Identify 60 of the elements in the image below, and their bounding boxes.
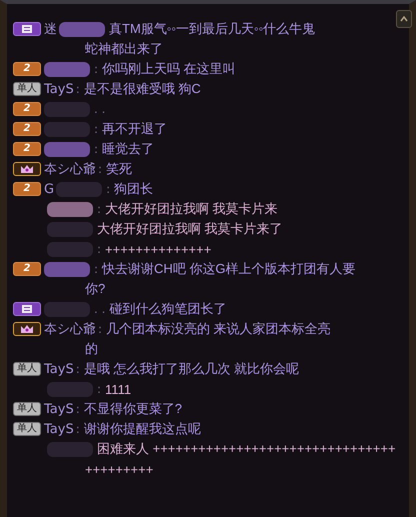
chat-message: 狗团长 <box>114 180 154 198</box>
crown-icon <box>20 324 34 334</box>
chat-message: 你吗刚上天吗 在这里叫 <box>102 60 236 78</box>
separator: : <box>97 382 102 396</box>
chat-message: 的 <box>85 340 98 358</box>
solo-badge: 单人 <box>13 402 41 416</box>
chat-message: 是哦 怎么我打了那么几次 就比你会呢 <box>84 360 299 378</box>
solo-badge: 单人 <box>13 82 41 96</box>
chat-message: 再不开退了 <box>102 120 168 138</box>
chat-message: 大佬开好团拉我啊 我莫卡片来了 <box>97 220 283 238</box>
chat-message: 睡觉去了 <box>102 140 154 158</box>
separator: : <box>76 422 80 436</box>
level-badge: 2 <box>13 122 41 136</box>
separator: . . <box>94 302 106 316</box>
separator: : <box>94 122 98 136</box>
chat-message: 真TM服气◦◦一到最后几天◦◦什么牛鬼 <box>109 20 316 38</box>
chat-message: 不显得你更菜了? <box>84 400 182 418</box>
chat-message: +++++++++ <box>85 462 154 476</box>
chat-message: 大佬开好团拉我啊 我莫卡片来 <box>105 200 278 218</box>
solo-badge: 单人 <box>13 422 41 436</box>
level-badge: 2 <box>13 62 41 76</box>
level-badge: 2 <box>13 102 41 116</box>
player-name: 迷 <box>44 21 57 38</box>
chat-message: 1111 <box>105 382 132 396</box>
chat-message: 蛇神都出来了 <box>85 40 163 58</box>
player-name: TayS <box>44 362 74 376</box>
solo-badge: 单人 <box>13 362 41 376</box>
player-name: TayS <box>44 422 74 436</box>
chevron-up-icon <box>400 16 408 22</box>
separator: : <box>97 202 102 216</box>
player-name: 夲シ心爺 <box>44 321 96 338</box>
level-badge: 2 <box>13 262 41 276</box>
separator: : <box>97 242 102 256</box>
level-badge: 2 <box>13 182 41 196</box>
chat-message: 快去谢谢CH吧 你这G样上个版本打团有人要 <box>102 260 356 278</box>
separator: : <box>98 322 102 336</box>
level-badge: 2 <box>13 142 41 156</box>
chat-message: 你? <box>85 280 106 298</box>
scroll-up-button[interactable] <box>396 10 412 28</box>
chat-message: 困难来人 ++++++++++++++++++++++++++++++++ <box>97 440 396 458</box>
player-name: G <box>44 182 54 196</box>
separator: : <box>94 142 98 156</box>
separator: : <box>94 62 98 76</box>
chat-message: 是不是很难受哦 狗C <box>84 80 201 98</box>
chat-message: 几个团本标没亮的 来说人家团本标全亮 <box>106 320 331 338</box>
separator: : <box>76 362 80 376</box>
crown-icon <box>20 164 34 174</box>
separator: : <box>98 162 102 176</box>
separator: : <box>76 402 80 416</box>
chat-message: 笑死 <box>106 160 132 178</box>
separator: . . <box>94 102 106 116</box>
separator: : <box>106 182 110 196</box>
player-name: TayS <box>44 82 74 96</box>
chat-message: ++++++++++++++ <box>105 242 212 256</box>
separator: : <box>76 82 80 96</box>
chat-message: 谢谢你提醒我这点呢 <box>84 420 201 438</box>
separator: : <box>94 262 98 276</box>
chat-message: 碰到什么狗笔团长了 <box>109 300 226 318</box>
player-name: TayS <box>44 402 74 416</box>
player-name: 夲シ心爺 <box>44 161 96 178</box>
